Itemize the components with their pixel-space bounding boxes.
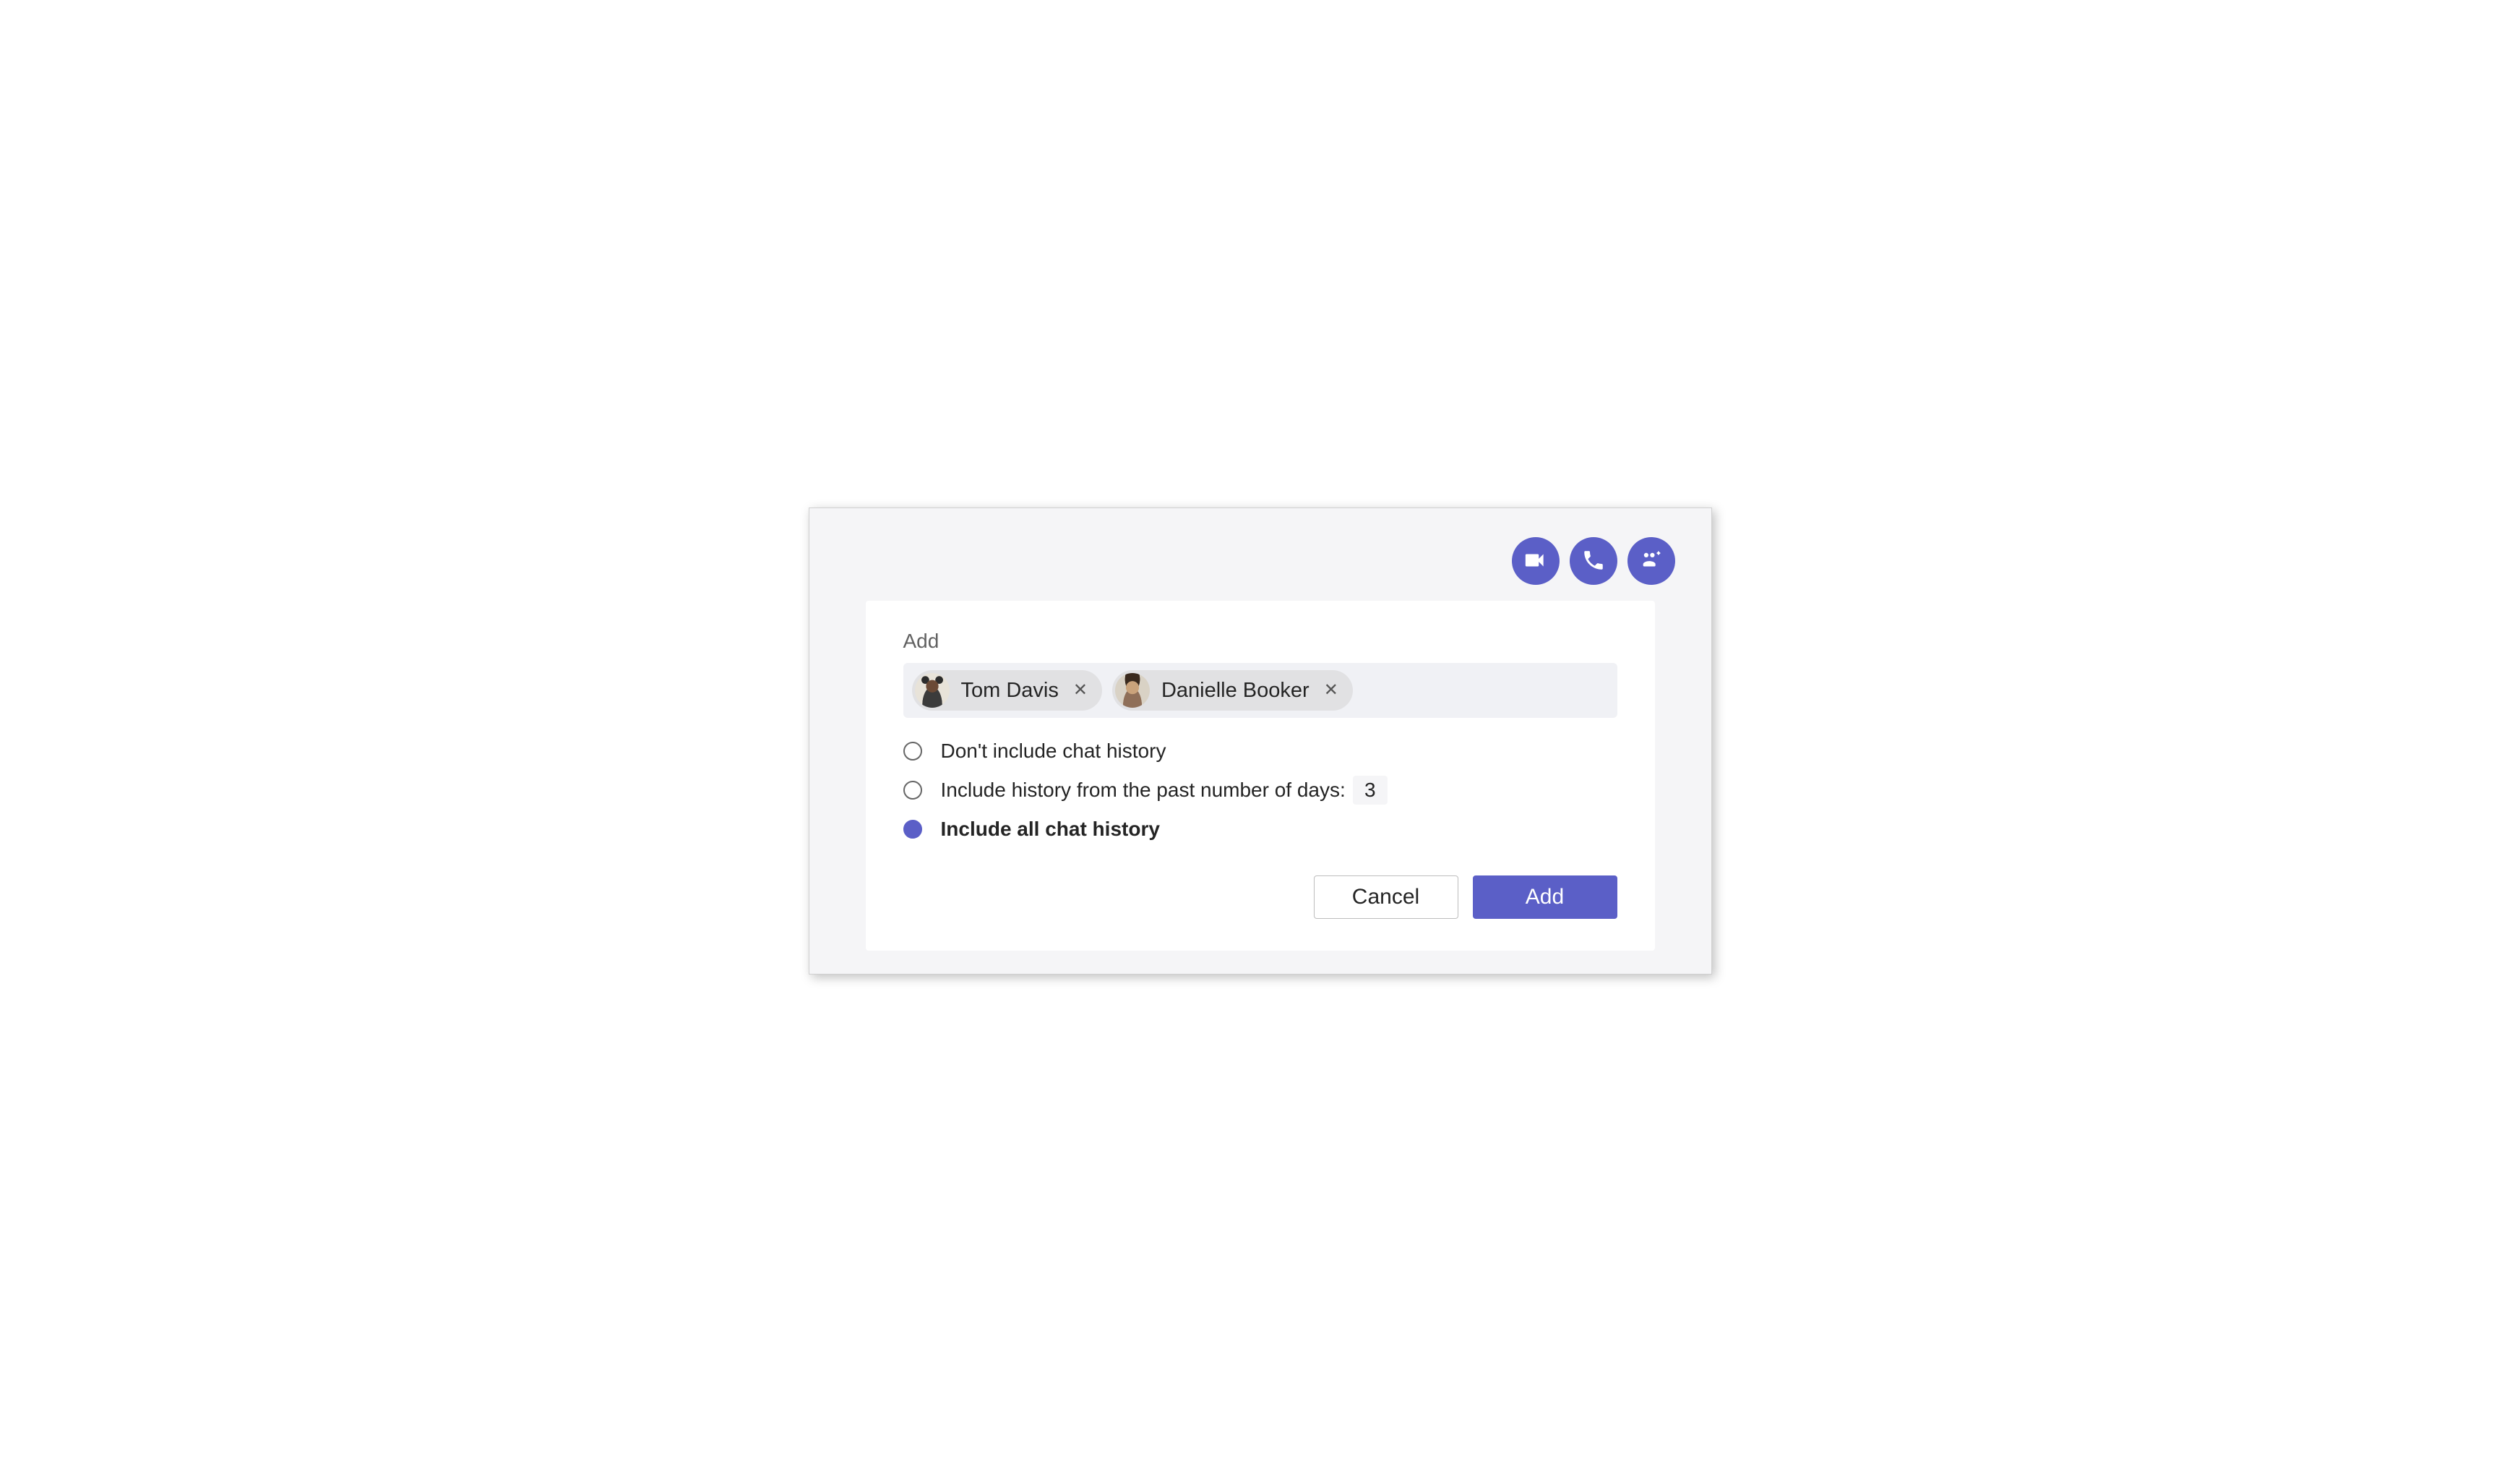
people-picker-input[interactable]: Tom Davis ✕ Danielle Booker ✕ <box>903 663 1617 718</box>
audio-call-button[interactable] <box>1570 537 1617 585</box>
history-option-none[interactable]: Don't include chat history <box>903 740 1617 763</box>
radio-label: Include history from the past number of … <box>941 776 1388 805</box>
dialog-buttons: Cancel Add <box>903 875 1617 919</box>
video-call-button[interactable] <box>1512 537 1560 585</box>
radio-icon <box>903 781 922 800</box>
add-button[interactable]: Add <box>1473 875 1617 919</box>
history-option-all[interactable]: Include all chat history <box>903 818 1617 841</box>
person-chip: Tom Davis ✕ <box>912 670 1102 711</box>
chat-history-options: Don't include chat history Include histo… <box>903 740 1617 841</box>
radio-label: Include all chat history <box>941 818 1160 841</box>
close-icon: ✕ <box>1073 680 1088 700</box>
remove-person-button[interactable]: ✕ <box>1070 682 1091 699</box>
person-chip-name: Danielle Booker <box>1161 679 1310 703</box>
avatar <box>1115 673 1150 708</box>
person-chip-name: Tom Davis <box>961 679 1059 703</box>
call-toolbar <box>825 524 1695 601</box>
video-camera-icon <box>1523 548 1548 575</box>
close-icon: ✕ <box>1324 680 1338 700</box>
days-input[interactable] <box>1353 776 1388 805</box>
phone-icon <box>1581 548 1606 575</box>
remove-person-button[interactable]: ✕ <box>1321 682 1341 699</box>
person-chip: Danielle Booker ✕ <box>1112 670 1353 711</box>
radio-icon <box>903 742 922 761</box>
radio-label: Don't include chat history <box>941 740 1166 763</box>
people-add-icon <box>1639 548 1664 575</box>
panel-title: Add <box>903 630 1617 653</box>
avatar <box>915 673 950 708</box>
add-people-dialog: Add Tom Davis ✕ Danielle Booker ✕ Don't … <box>809 507 1712 975</box>
add-panel: Add Tom Davis ✕ Danielle Booker ✕ Don't … <box>866 601 1655 951</box>
add-people-button[interactable] <box>1627 537 1675 585</box>
history-option-days[interactable]: Include history from the past number of … <box>903 776 1617 805</box>
cancel-button[interactable]: Cancel <box>1314 875 1458 919</box>
radio-icon <box>903 820 922 839</box>
